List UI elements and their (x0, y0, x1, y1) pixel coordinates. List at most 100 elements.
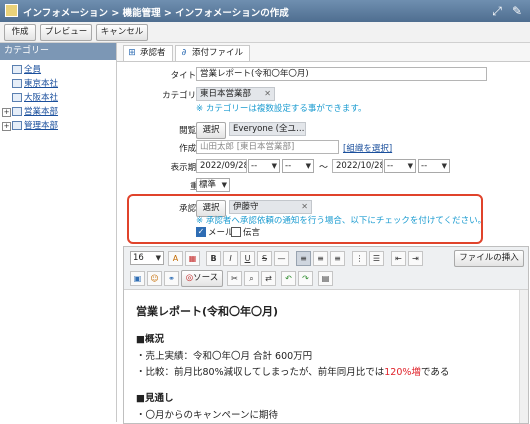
viewers-select-button[interactable]: 選択 (196, 122, 226, 139)
chevron-down-icon: ▼ (221, 181, 227, 189)
chevron-down-icon: ▼ (441, 162, 447, 170)
sidebar-item-label[interactable]: 管理本部 (24, 120, 58, 132)
rich-text-editor: 16 ▼ A ▦ B I U S — ≡ ≡ ≡ ⋮ ☰ ⇤ ⇥ ファイルの挿入 … (123, 246, 529, 424)
source-button[interactable]: ◎ソース (181, 270, 223, 287)
italic-icon[interactable]: I (223, 251, 238, 266)
content-section-overview: ■概況 (136, 334, 164, 345)
start-date-input[interactable]: 2022/09/28 (196, 159, 247, 173)
image-icon[interactable]: ▣ (130, 271, 145, 286)
align-left-icon[interactable]: ≡ (296, 251, 311, 266)
breadcrumb: インフォメーション > 機能管理 > インフォメーションの作成 (23, 8, 289, 19)
end-minute-select[interactable]: -- ▼ (418, 159, 450, 173)
editor-toolbar: 16 ▼ A ▦ B I U S — ≡ ≡ ≡ ⋮ ☰ ⇤ ⇥ ファイルの挿入 … (124, 247, 528, 290)
end-date-input[interactable]: 2022/10/28 (332, 159, 383, 173)
redo-icon[interactable]: ↷ (298, 271, 313, 286)
tab-approver[interactable]: ⊞ 承認者 (123, 45, 173, 61)
sidebar-item-sales[interactable]: + 営業本部 (0, 106, 110, 118)
content-line-sales: ・売上実績：令和〇年〇月 合計 600万円 (136, 351, 313, 362)
paste-icon[interactable]: ▤ (318, 271, 333, 286)
chevron-down-icon: ▼ (271, 162, 277, 170)
emoji-icon[interactable]: ☺ (147, 271, 162, 286)
content-section-outlook: ■見通し (136, 393, 174, 404)
table-icon[interactable]: ▦ (185, 251, 200, 266)
priority-select[interactable]: 標準 ▼ (196, 178, 230, 192)
mail-label: メール (208, 228, 234, 238)
wrench-icon[interactable]: ✎ (509, 3, 525, 19)
bold-icon[interactable]: B (206, 251, 221, 266)
link-icon[interactable]: ⚭ (164, 271, 179, 286)
chevron-down-icon: ▼ (305, 162, 311, 170)
folder-icon (12, 107, 22, 116)
underline-icon[interactable]: U (240, 251, 255, 266)
sidebar-item-admin[interactable]: + 管理本部 (0, 120, 110, 132)
end-hour-select[interactable]: -- ▼ (384, 159, 416, 173)
message-label: 伝言 (243, 228, 261, 238)
sidebar-item-all[interactable]: 全員 (0, 64, 110, 76)
start-hour-select[interactable]: -- ▼ (248, 159, 280, 173)
select-organization-link[interactable]: [組織を選択] (343, 142, 392, 154)
folder-icon (12, 65, 22, 74)
content-line-comparison: ・比較：前月比80%減収してしまったが、前年同月比では120%増である (136, 367, 450, 378)
cancel-button[interactable]: キャンセル (96, 24, 148, 41)
expand-tree-icon[interactable]: + (2, 122, 11, 131)
indent-icon[interactable]: ⇥ (408, 251, 423, 266)
outdent-icon[interactable]: ⇤ (391, 251, 406, 266)
create-button[interactable]: 作成 (4, 24, 36, 41)
content-heading: 営業レポート(令和〇年〇月) (136, 305, 279, 318)
start-minute-select[interactable]: -- ▼ (282, 159, 314, 173)
folder-icon (12, 121, 22, 130)
bullet-list-icon[interactable]: ☰ (369, 251, 384, 266)
tab-label: 添付ファイル (192, 48, 244, 58)
tab-label: 承認者 (140, 48, 166, 58)
paperclip-icon: ∂ (181, 48, 187, 58)
chevron-down-icon: ▼ (407, 162, 413, 170)
remove-icon[interactable]: ✕ (264, 88, 271, 100)
title-bar: インフォメーション > 機能管理 > インフォメーションの作成 ⤢ ✎ (0, 0, 530, 22)
tab-bar: ⊞ 承認者 ∂ 添付ファイル (117, 43, 530, 62)
action-toolbar: 作成 プレビュー キャンセル (0, 22, 530, 43)
period-separator: ～ (319, 163, 329, 173)
sidebar-item-osaka[interactable]: 大阪本社 (0, 92, 110, 104)
title-input[interactable]: 営業レポート(令和〇年〇月) (196, 67, 487, 81)
main-form: ⊞ 承認者 ∂ 添付ファイル タイトル(*)： 営業レポート(令和〇年〇月) カ… (117, 43, 530, 424)
expand-icon[interactable]: ⤢ (489, 3, 505, 19)
sidebar-item-label[interactable]: 東京本社 (24, 78, 58, 90)
align-right-icon[interactable]: ≡ (330, 251, 345, 266)
sidebar-item-label[interactable]: 大阪本社 (24, 92, 58, 104)
ordered-list-icon[interactable]: ⋮ (352, 251, 367, 266)
preview-button[interactable]: プレビュー (40, 24, 92, 41)
category-chip[interactable]: 東日本営業部 ✕ (196, 87, 275, 101)
sidebar-item-label[interactable]: 営業本部 (24, 106, 58, 118)
replace-icon[interactable]: ⇄ (261, 271, 276, 286)
mail-checkbox[interactable]: ✓ (196, 227, 206, 237)
font-size-select[interactable]: 16 ▼ (130, 251, 164, 265)
content-line-campaign: ・〇月からのキャンペーンに期待 (136, 410, 279, 421)
insert-file-button[interactable]: ファイルの挿入 (454, 250, 524, 267)
align-center-icon[interactable]: ≡ (313, 251, 328, 266)
viewers-chip[interactable]: Everyone (全ユ… (229, 122, 306, 136)
sidebar-header: カテゴリー (0, 43, 116, 60)
category-sidebar: カテゴリー 全員 東京本社 大阪本社 + 営業本部 + 管理本部 (0, 43, 117, 422)
expand-tree-icon[interactable]: + (2, 108, 11, 117)
approver-icon: ⊞ (128, 48, 136, 58)
message-checkbox[interactable] (231, 227, 241, 237)
sidebar-item-label[interactable]: 全員 (24, 64, 41, 76)
text-color-icon[interactable]: A (168, 251, 183, 266)
folder-icon (12, 79, 22, 88)
remove-icon[interactable]: ✕ (301, 201, 308, 213)
author-input[interactable]: 山田太郎 [東日本営業部] (196, 140, 339, 154)
category-note: ※ カテゴリーは複数設定する事ができます。 (196, 104, 367, 114)
chevron-down-icon: ▼ (155, 254, 161, 262)
strikethrough-icon[interactable]: S (257, 251, 272, 266)
editor-scrollbar[interactable] (519, 290, 528, 423)
approver-chip[interactable]: 伊藤守 ✕ (229, 200, 312, 214)
cut-icon[interactable]: ✂ (227, 271, 242, 286)
app-icon (5, 4, 18, 17)
approver-note: ※ 承認者へ承認依頼の通知を行う場合、以下にチェックを付けてください。 (196, 216, 487, 226)
sidebar-item-tokyo[interactable]: 東京本社 (0, 78, 110, 90)
undo-icon[interactable]: ↶ (281, 271, 296, 286)
tab-attachments[interactable]: ∂ 添付ファイル (175, 45, 251, 61)
folder-icon (12, 93, 22, 102)
horizontal-rule-icon[interactable]: — (274, 251, 289, 266)
find-icon[interactable]: ⌕ (244, 271, 259, 286)
